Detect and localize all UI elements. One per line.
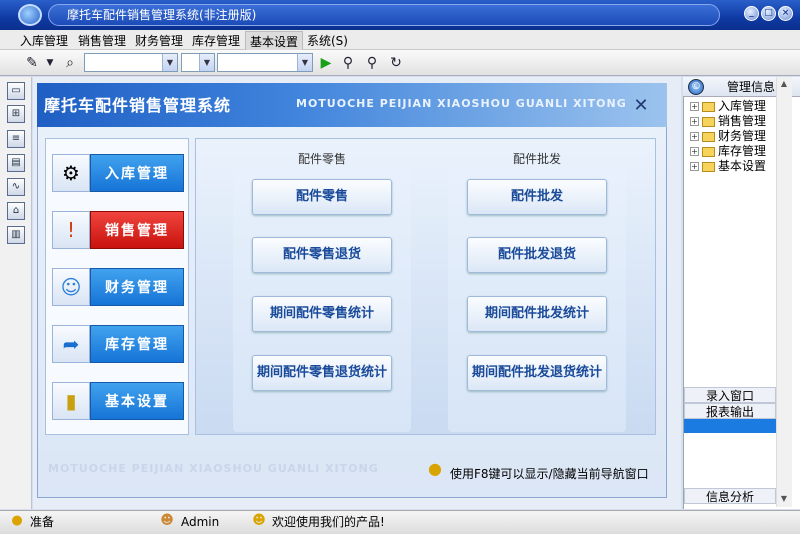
status-user: Admin [181, 515, 220, 529]
tree-item-finance[interactable]: + 财务管理 [690, 129, 766, 143]
tree-label: 销售管理 [718, 114, 767, 128]
close-panel-button[interactable]: ✕ [631, 97, 651, 117]
nav-label: 销售管理 [90, 211, 184, 249]
menu-inbound[interactable]: 入库管理 [16, 31, 72, 51]
nav-inbound-button[interactable]: ⚙ 入库管理 [52, 154, 184, 192]
nav-inventory-button[interactable]: ➦ 库存管理 [52, 325, 184, 363]
expand-icon[interactable]: + [690, 102, 699, 111]
folder-icon [702, 146, 715, 157]
folder-icon [702, 161, 715, 172]
info-icon: © [688, 79, 704, 95]
wholesale-button[interactable]: 配件批发 [467, 179, 607, 215]
folder-icon [702, 131, 715, 142]
nav-sales-button[interactable]: ! 销售管理 [52, 211, 184, 249]
tree-label: 财务管理 [718, 129, 767, 143]
list-icon[interactable]: ≡ [7, 130, 25, 148]
toolbar-select-2[interactable]: ▼ [181, 53, 215, 72]
folder-icon [702, 101, 715, 112]
window-icon[interactable]: ▭ [7, 82, 25, 100]
close-window-button[interactable]: × [778, 6, 793, 21]
preview-icon[interactable]: ⌕ [60, 53, 80, 73]
arrow-icon: ➦ [52, 325, 90, 363]
people-icon: ☺ [52, 268, 90, 306]
menu-inventory[interactable]: 库存管理 [188, 31, 244, 51]
nav-label: 库存管理 [90, 325, 184, 363]
retail-header: 配件零售 [297, 152, 346, 166]
nav-finance-button[interactable]: ☺ 财务管理 [52, 268, 184, 306]
menu-sales[interactable]: 销售管理 [74, 31, 130, 51]
find-next-icon[interactable]: ⚲ [362, 53, 382, 73]
status-bar [0, 510, 800, 534]
tree-item-settings[interactable]: + 基本设置 [690, 159, 766, 173]
home-icon[interactable]: ⌂ [7, 202, 25, 220]
menu-settings[interactable]: 基本设置 [245, 31, 304, 51]
banner-subtitle: MOTUOCHE PEIJIAN XIAOSHOU GUANLI XITONG [296, 97, 627, 110]
toolbar-select-3[interactable]: ▼ [217, 53, 313, 72]
banner-title: 摩托车配件销售管理系统 [44, 96, 232, 115]
window-title: 摩托车配件销售管理系统(非注册版) [48, 4, 720, 26]
tab-input-window[interactable]: 录入窗口 [684, 387, 776, 403]
tree-icon[interactable]: ⊞ [7, 105, 25, 123]
wholesale-return-button[interactable]: 配件批发退货 [467, 237, 607, 273]
wholesale-header: 配件批发 [512, 152, 561, 166]
expand-icon[interactable]: + [690, 117, 699, 126]
lightbulb-icon: ● [428, 459, 442, 478]
minimize-button[interactable]: _ [744, 6, 759, 21]
f8-hint: 使用F8键可以显示/隐藏当前导航窗口 [450, 467, 649, 481]
chart-icon: ▮ [52, 382, 90, 420]
nav-label: 基本设置 [90, 382, 184, 420]
gear-icon: ⚙ [52, 154, 90, 192]
lightbulb-icon: ● [11, 513, 23, 528]
pencil-icon[interactable]: ✎ [22, 53, 42, 73]
tree-label: 基本设置 [718, 159, 767, 173]
scroll-up-icon[interactable]: ▲ [777, 77, 791, 91]
toolbar-select-1[interactable]: ▼ [84, 53, 178, 72]
menu-finance[interactable]: 财务管理 [131, 31, 187, 51]
wholesale-stats-button[interactable]: 期间配件批发统计 [467, 296, 607, 332]
alert-monitor-icon: ! [52, 211, 90, 249]
wholesale-return-stats-button[interactable]: 期间配件批发退货统计 [467, 355, 607, 391]
app-icon [18, 4, 42, 26]
tree-label: 库存管理 [718, 144, 767, 158]
expand-icon[interactable]: + [690, 147, 699, 156]
nav-settings-button[interactable]: ▮ 基本设置 [52, 382, 184, 420]
retail-return-stats-button[interactable]: 期间配件零售退货统计 [252, 355, 392, 391]
expand-icon[interactable]: + [690, 162, 699, 171]
trash-icon[interactable]: ▥ [7, 226, 25, 244]
tab-selection-bar [684, 419, 776, 433]
tree-item-sales[interactable]: + 销售管理 [690, 114, 766, 128]
user-group-icon: ☻ [252, 513, 266, 528]
menu-system[interactable]: 系统(S) [303, 31, 352, 51]
retail-stats-button[interactable]: 期间配件零售统计 [252, 296, 392, 332]
expand-icon[interactable]: + [690, 132, 699, 141]
footer-watermark: MOTUOCHE PEIJIAN XIAOSHOU GUANLI XITONG [48, 462, 379, 475]
status-state: 准备 [30, 515, 55, 529]
tree-item-inbound[interactable]: + 入库管理 [690, 99, 766, 113]
document-icon[interactable]: ▤ [7, 154, 25, 172]
nav-label: 财务管理 [90, 268, 184, 306]
user-icon: ☻ [160, 513, 174, 528]
dropdown-arrow-icon[interactable]: ▼ [40, 53, 60, 73]
tree-item-inventory[interactable]: + 库存管理 [690, 144, 766, 158]
chart-icon[interactable]: ∿ [7, 178, 25, 196]
status-message: 欢迎使用我们的产品! [272, 515, 385, 529]
play-icon[interactable]: ▶ [316, 53, 336, 73]
tree-label: 入库管理 [718, 99, 767, 113]
retail-return-button[interactable]: 配件零售退货 [252, 237, 392, 273]
binoculars-icon[interactable]: ⚲ [338, 53, 358, 73]
tab-info-analysis[interactable]: 信息分析 [684, 488, 776, 504]
nav-label: 入库管理 [90, 154, 184, 192]
tab-report-output[interactable]: 报表输出 [684, 403, 776, 419]
retail-sale-button[interactable]: 配件零售 [252, 179, 392, 215]
scroll-down-icon[interactable]: ▼ [777, 492, 791, 506]
folder-icon [702, 116, 715, 127]
right-panel-scrollbar[interactable] [776, 77, 792, 507]
refresh-icon[interactable]: ↻ [386, 53, 406, 73]
maximize-button[interactable]: □ [761, 6, 776, 21]
